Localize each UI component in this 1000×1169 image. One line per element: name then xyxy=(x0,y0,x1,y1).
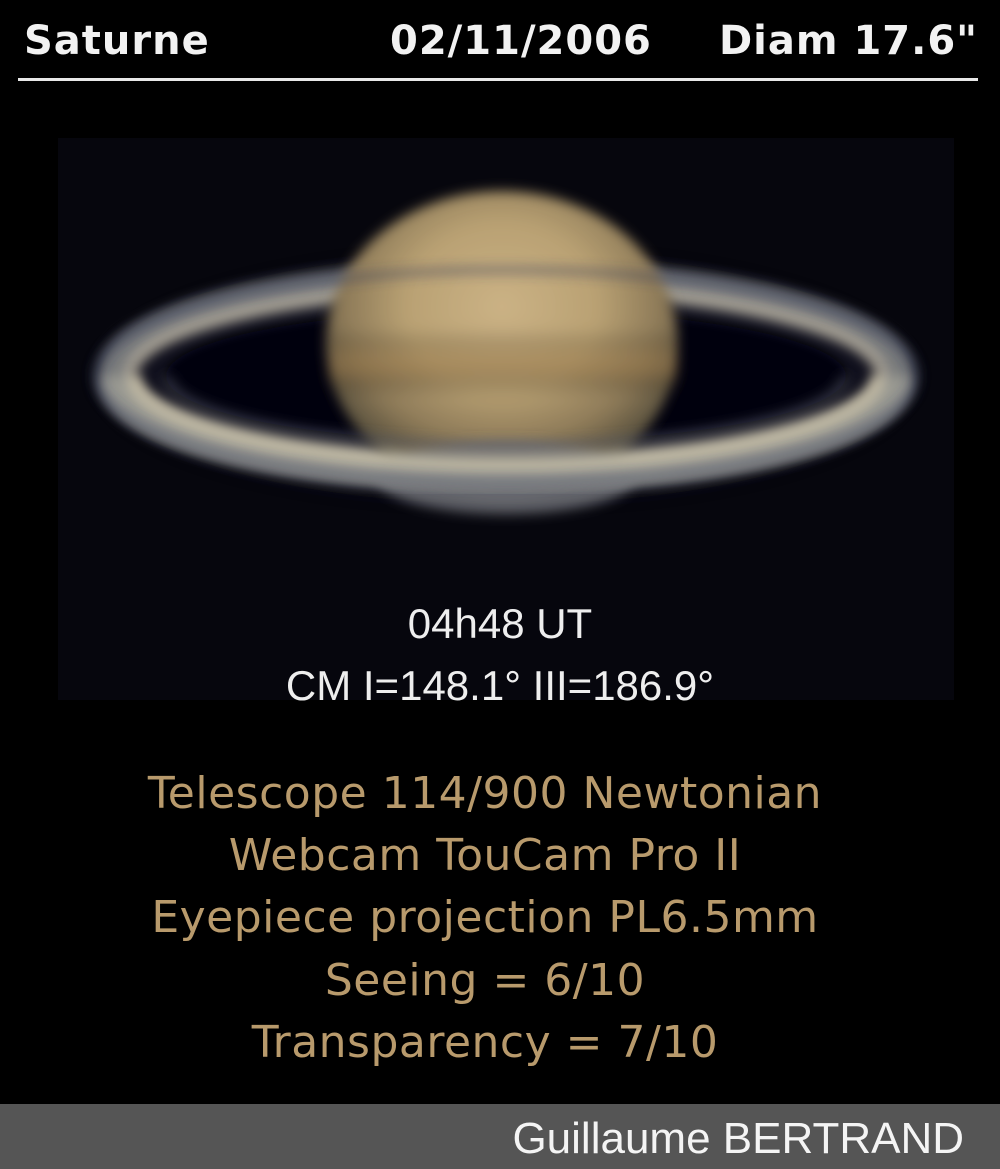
seeing-info: Seeing = 6/10 xyxy=(324,955,646,1006)
observation-time: 04h48 UT xyxy=(407,600,593,647)
apparent-diameter: Diam 17.6" xyxy=(718,18,978,64)
observation-date: 02/11/2006 xyxy=(390,18,652,64)
credit-bar: Guillaume BERTRAND xyxy=(0,1104,1000,1169)
object-name: Saturne xyxy=(24,18,210,64)
transparency-info: Transparency = 7/10 xyxy=(251,1017,719,1068)
author-name: Guillaume BERTRAND xyxy=(512,1114,964,1163)
header-divider xyxy=(18,78,978,81)
method-info: Eyepiece projection PL6.5mm xyxy=(151,892,819,943)
camera-info: Webcam TouCam Pro II xyxy=(228,830,742,881)
central-meridian: CM I=148.1° III=186.9° xyxy=(285,662,715,709)
header-bar: Saturne 02/11/2006 Diam 17.6" xyxy=(20,14,978,74)
saturn-image xyxy=(93,191,919,514)
telescope-info: Telescope 114/900 Newtonian xyxy=(147,768,823,819)
